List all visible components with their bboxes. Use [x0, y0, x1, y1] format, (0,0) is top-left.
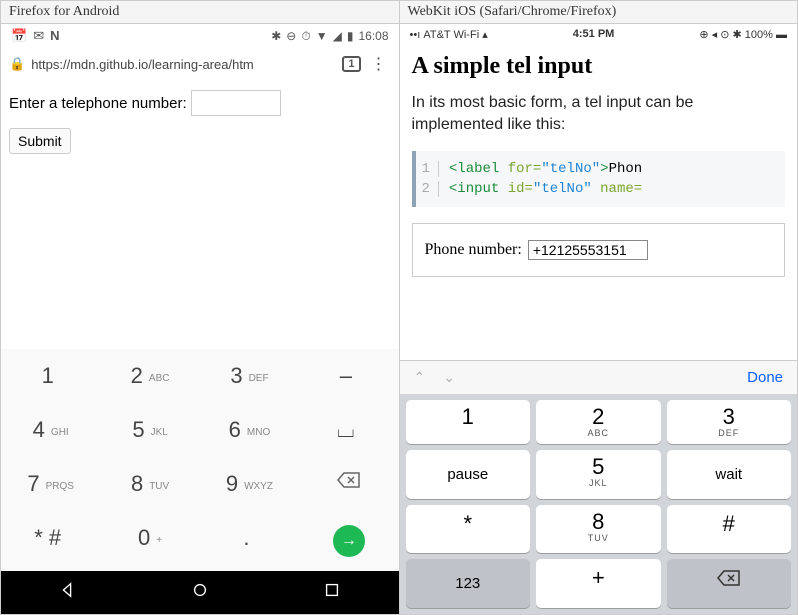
url-text: https://mdn.github.io/learning-area/htm — [31, 57, 336, 72]
ios-page-body: A simple tel input In its most basic for… — [400, 45, 798, 285]
line-number: 2 — [422, 181, 439, 197]
key-backspace[interactable] — [299, 457, 398, 511]
android-pane: Firefox for Android 📅 ✉ N ✱ ⊖ ⏱ ▼ ◢ ▮ 16… — [1, 1, 400, 614]
key-5[interactable]: 5JKL — [536, 450, 661, 499]
android-keypad: 1 2ABC 3DEF – 4GHI 5JKL 6MNO ⌴ 7PRQS 8TU… — [1, 349, 399, 571]
code-block: 1 <label for="telNo">Phon 2 <input id="t… — [412, 151, 786, 207]
nav-home-icon[interactable] — [191, 581, 209, 604]
key-0[interactable]: 0+ — [100, 511, 199, 571]
submit-button[interactable]: Submit — [9, 128, 71, 154]
tel-input[interactable] — [191, 90, 281, 116]
android-page-body: Enter a telephone number: Submit — [1, 80, 399, 225]
ios-keypad: 1 2ABC 3DEF pause 5JKL wait * 8TUV # 123… — [400, 394, 798, 614]
key-3[interactable]: 3DEF — [667, 400, 792, 444]
carrier-text: ••ı AT&T Wi-Fi ▴ — [410, 28, 488, 41]
lock-icon: 🔒 — [9, 56, 25, 72]
prev-field-icon[interactable]: ⌃ — [414, 369, 426, 386]
key-dot[interactable]: . — [200, 511, 299, 571]
key-7[interactable]: 7PRQS — [1, 457, 100, 511]
key-wait[interactable]: wait — [667, 450, 792, 499]
nav-recent-icon[interactable] — [323, 581, 341, 604]
ios-title: WebKit iOS (Safari/Chrome/Firefox) — [400, 1, 798, 24]
tab-count[interactable]: 1 — [342, 56, 360, 72]
dnd-icon: ⊖ — [286, 29, 296, 43]
android-nav-bar — [1, 571, 399, 614]
key-123[interactable]: 123 — [406, 559, 531, 608]
done-button[interactable]: Done — [747, 369, 783, 386]
battery-status: ⊕ ◂ ⊙ ✱ 100% ▬ — [699, 28, 787, 41]
mail-icon: ✉ — [33, 28, 44, 44]
wifi-icon: ▼ — [316, 29, 328, 43]
key-9[interactable]: 9WXYZ — [200, 457, 299, 511]
tel-label: Phone number: — [425, 241, 522, 259]
code-line: <label for="telNo">Phon — [449, 161, 642, 177]
key-5[interactable]: 5JKL — [100, 403, 199, 457]
menu-icon[interactable]: ⋮ — [367, 54, 391, 74]
key-pause[interactable]: pause — [406, 450, 531, 499]
key-plus[interactable]: + — [536, 559, 661, 608]
bluetooth-icon: ✱ — [271, 29, 281, 43]
page-paragraph: In its most basic form, a tel input can … — [412, 92, 786, 137]
page-heading: A simple tel input — [412, 53, 786, 80]
calendar-icon: 📅 — [11, 28, 27, 44]
key-backspace[interactable] — [667, 559, 792, 608]
android-status-bar: 📅 ✉ N ✱ ⊖ ⏱ ▼ ◢ ▮ 16:08 — [1, 24, 399, 48]
key-dash[interactable]: – — [299, 349, 398, 403]
key-6[interactable]: 6MNO — [200, 403, 299, 457]
key-star-hash[interactable]: * # — [1, 511, 100, 571]
clock-time: 4:51 PM — [573, 28, 615, 41]
ios-status-bar: ••ı AT&T Wi-Fi ▴ 4:51 PM ⊕ ◂ ⊙ ✱ 100% ▬ — [400, 24, 798, 45]
key-1[interactable]: 1 — [1, 349, 100, 403]
key-hash[interactable]: # — [667, 505, 792, 553]
ios-keyboard-accessory: ⌃ ⌄ Done — [400, 360, 798, 394]
code-line: <input id="telNo" name= — [449, 181, 642, 197]
key-8[interactable]: 8TUV — [536, 505, 661, 553]
key-3[interactable]: 3DEF — [200, 349, 299, 403]
ios-form: Phone number: — [412, 223, 786, 277]
signal-icon: ◢ — [333, 29, 342, 43]
key-8[interactable]: 8TUV — [100, 457, 199, 511]
key-go[interactable]: → — [299, 511, 398, 571]
n-icon: N — [50, 28, 59, 44]
key-4[interactable]: 4GHI — [1, 403, 100, 457]
nav-back-icon[interactable] — [58, 581, 76, 604]
tel-label: Enter a telephone number: — [9, 95, 187, 112]
key-2[interactable]: 2ABC — [100, 349, 199, 403]
key-2[interactable]: 2ABC — [536, 400, 661, 444]
line-number: 1 — [422, 161, 439, 177]
key-star[interactable]: * — [406, 505, 531, 553]
battery-icon: ▮ — [347, 29, 354, 43]
alarm-icon: ⏱ — [301, 29, 310, 44]
android-title: Firefox for Android — [1, 1, 399, 24]
key-space[interactable]: ⌴ — [299, 403, 398, 457]
android-url-bar[interactable]: 🔒 https://mdn.github.io/learning-area/ht… — [1, 48, 399, 80]
clock-time: 16:08 — [358, 29, 388, 43]
next-field-icon[interactable]: ⌄ — [443, 369, 455, 386]
key-1[interactable]: 1 — [406, 400, 531, 444]
ios-pane: WebKit iOS (Safari/Chrome/Firefox) ••ı A… — [400, 1, 798, 614]
tel-input[interactable] — [528, 240, 648, 260]
